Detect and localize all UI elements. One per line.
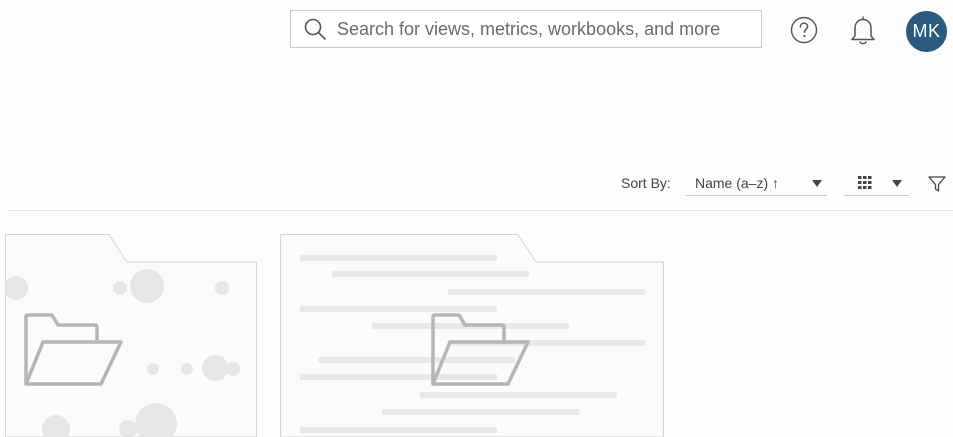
folder-card[interactable] — [5, 234, 257, 437]
question-circle-icon — [790, 16, 818, 44]
sort-value: Name (a–z) ↑ — [695, 175, 780, 191]
bell-icon — [851, 16, 875, 45]
sort-label: Sort By: — [621, 175, 671, 191]
folder-icon — [24, 313, 123, 386]
sort-dropdown[interactable]: Name (a–z) ↑ — [686, 170, 827, 196]
chevron-down-icon — [892, 180, 902, 187]
folder-card[interactable] — [280, 234, 664, 437]
chevron-down-icon — [812, 180, 822, 187]
grid-icon — [858, 176, 872, 189]
page: MK Sort By: Name (a–z) ↑ — [0, 0, 953, 437]
folder-icon — [431, 313, 530, 386]
help-button[interactable] — [790, 16, 818, 44]
search-box[interactable] — [290, 10, 762, 48]
notifications-button[interactable] — [849, 14, 877, 46]
filter-button[interactable] — [928, 175, 946, 193]
search-input[interactable] — [337, 18, 737, 40]
user-avatar[interactable]: MK — [906, 11, 947, 52]
search-icon — [304, 18, 326, 40]
avatar-initials: MK — [912, 21, 941, 41]
toolbar-divider — [7, 210, 953, 211]
filter-icon — [928, 176, 946, 192]
view-mode-dropdown[interactable] — [844, 170, 909, 196]
